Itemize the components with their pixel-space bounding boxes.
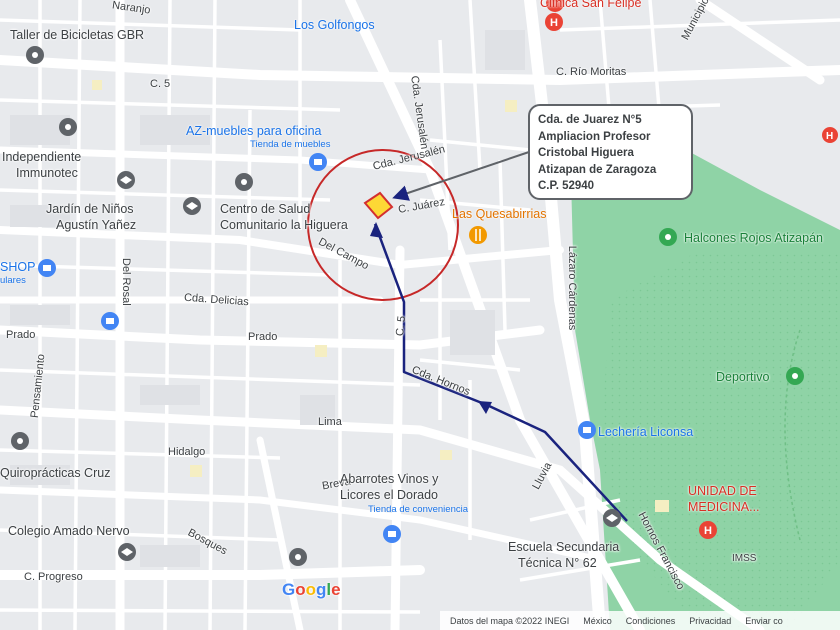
street-label: Del Rosal (120, 258, 132, 306)
fork-knife-icon (469, 226, 487, 244)
street-label: C. 5 (150, 78, 171, 90)
feedback-link[interactable]: Enviar co (745, 616, 783, 626)
place-label[interactable]: Taller de Bicicletas GBR (10, 28, 144, 42)
place-label[interactable]: Colegio Amado Nervo (8, 524, 130, 538)
place-label[interactable]: Deportivo (716, 370, 770, 384)
address-line: Atizapan de Zaragoza (538, 163, 657, 176)
place-label[interactable]: Independiente (2, 150, 81, 164)
logo-letter: G (282, 580, 296, 599)
place-label[interactable]: Immunotec (16, 166, 78, 180)
place-label[interactable]: Quiroprácticas Cruz (0, 466, 110, 480)
map-view[interactable]: H H H Naranjo C. 5 C. Río Moritas Munici… (0, 0, 840, 630)
street-label: C. Río Moritas (556, 66, 627, 78)
place-label[interactable]: AZ-muebles para oficina (186, 124, 321, 138)
place-label[interactable]: Comunitario la Higuera (220, 218, 348, 232)
street-label: C. Progreso (24, 571, 83, 583)
place-label[interactable]: MEDICINA... (688, 500, 760, 514)
place-category: Tienda de muebles (250, 139, 331, 150)
street-label: Lima (318, 416, 342, 428)
place-label[interactable]: Los Golfongos (294, 18, 375, 32)
place-label[interactable]: Centro de Salud (220, 202, 310, 216)
place-label[interactable]: Jardín de Niños (46, 202, 134, 216)
privacy-link[interactable]: Privacidad (689, 616, 731, 626)
place-label[interactable]: Las Quesabirrias (452, 207, 547, 221)
logo-letter: o (305, 580, 317, 599)
place-label[interactable]: UNIDAD DE (688, 484, 757, 498)
svg-text:H: H (550, 17, 558, 29)
place-label[interactable]: SHOP (0, 260, 35, 274)
street-label: Prado (6, 329, 36, 341)
street-label: Prado (248, 331, 278, 343)
place-label[interactable]: Escuela Secundaria (508, 540, 619, 554)
street-label: C. 5 (394, 315, 409, 337)
terms-link[interactable]: Condiciones (626, 616, 676, 626)
address-callout: Cda. de Juarez N°5 Ampliacion Profesor C… (528, 104, 693, 200)
address-line: Ampliacion Profesor (538, 130, 651, 143)
place-label[interactable]: Halcones Rojos Atizapán (684, 231, 823, 245)
place-label[interactable]: Licores el Dorado (340, 488, 438, 502)
place-label[interactable]: Lechería Liconsa (598, 425, 693, 439)
address-line: Cda. de Juarez N°5 (538, 114, 642, 126)
street-label: Hidalgo (168, 446, 206, 458)
svg-text:H: H (704, 525, 712, 537)
map-data-attribution: Datos del mapa ©2022 INEGI (450, 615, 570, 626)
place-label[interactable]: Técnica N° 62 (518, 556, 597, 570)
address-line: Cristobal Higuera (538, 147, 634, 159)
logo-letter: e (331, 580, 341, 599)
place-label[interactable]: Agustín Yañez (56, 218, 136, 232)
place-label[interactable]: Abarrotes Vinos y (340, 472, 438, 486)
place-category: ulares (0, 275, 26, 286)
street-label: Lázaro Cárdenas (566, 245, 579, 331)
logo-letter: o (295, 580, 306, 599)
map-footer: Datos del mapa ©2022 INEGI México Condic… (440, 611, 840, 630)
place-label[interactable]: Clínica San Felipe (540, 0, 641, 10)
google-logo: Google (282, 580, 341, 600)
logo-letter: g (316, 580, 327, 599)
place-category: Tienda de conveniencia (368, 504, 468, 515)
street-label: IMSS (732, 553, 757, 564)
country-link[interactable]: México (583, 616, 612, 626)
svg-text:H: H (826, 131, 833, 142)
address-line: C.P. 52940 (538, 180, 595, 192)
